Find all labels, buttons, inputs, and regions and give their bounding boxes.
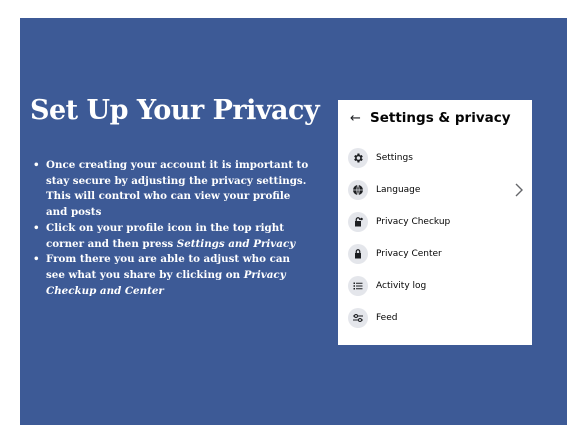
menu-item-label: Settings <box>376 153 413 163</box>
lock-icon <box>348 244 368 264</box>
bullet-item: Click on your profile icon in the top ri… <box>30 221 312 252</box>
chevron-right-icon <box>514 182 524 201</box>
menu-item-settings[interactable]: Settings <box>348 148 524 168</box>
bullet-item: From there you are able to adjust who ca… <box>30 252 312 299</box>
panel-title: Settings & privacy <box>370 110 511 126</box>
menu-item-label: Language <box>376 185 421 195</box>
menu-item-label: Feed <box>376 313 398 323</box>
slide-background: Set Up Your Privacy Once creating your a… <box>20 18 567 425</box>
gear-icon <box>348 148 368 168</box>
panel-header: ← Settings & privacy <box>350 110 511 126</box>
list-icon <box>348 276 368 296</box>
bullet-item: Once creating your account it is importa… <box>30 158 312 221</box>
menu-item-activity-log[interactable]: Activity log <box>348 276 524 296</box>
menu-item-label: Activity log <box>376 281 427 291</box>
sliders-icon <box>348 308 368 328</box>
menu-item-label: Privacy Center <box>376 249 442 259</box>
menu-item-language[interactable]: Language <box>348 180 524 200</box>
bullet-text: Once creating your account it is importa… <box>46 159 309 219</box>
menu-item-label: Privacy Checkup <box>376 217 451 227</box>
bullet-emphasis: Settings and Privacy <box>176 237 296 250</box>
menu-item-feed[interactable]: Feed <box>348 308 524 328</box>
slide-title: Set Up Your Privacy <box>30 95 320 126</box>
bullet-list: Once creating your account it is importa… <box>30 158 312 299</box>
lock-icon <box>348 212 368 232</box>
back-arrow-icon[interactable]: ← <box>350 111 370 126</box>
menu-item-privacy-center[interactable]: Privacy Center <box>348 244 524 264</box>
menu-item-privacy-checkup[interactable]: Privacy Checkup <box>348 212 524 232</box>
globe-icon <box>348 180 368 200</box>
settings-privacy-panel: ← Settings & privacy Settings Language P… <box>338 100 532 345</box>
